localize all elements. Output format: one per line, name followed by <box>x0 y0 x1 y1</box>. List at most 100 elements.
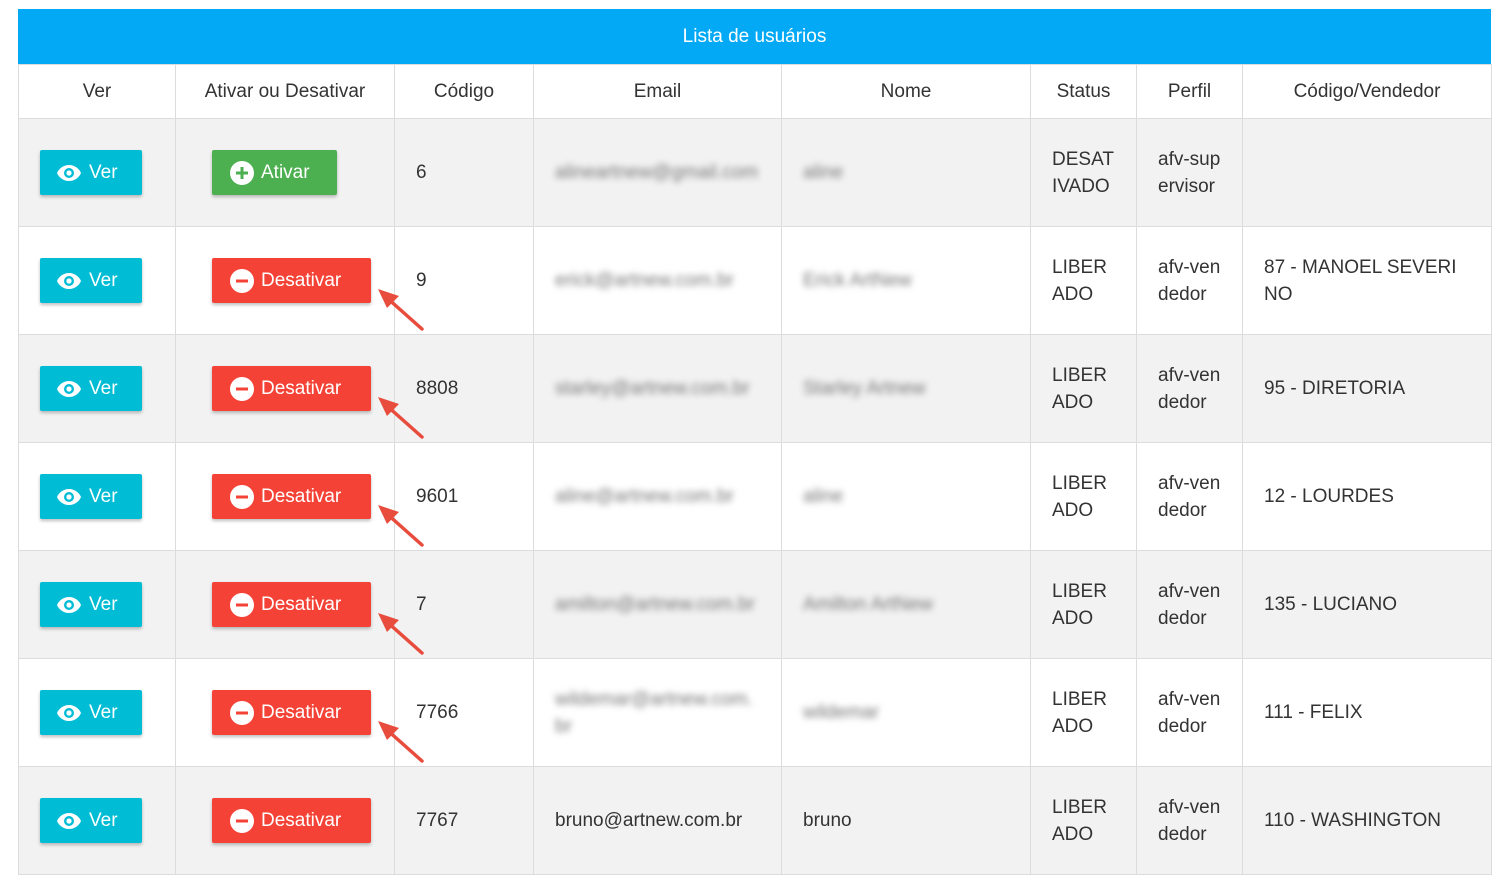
cell-ativar-desativar: Desativar <box>175 226 424 335</box>
eye-icon <box>57 704 81 721</box>
table-row: Ver Desativar 7 amilton@artnew.com.br Amilto… <box>18 550 1492 659</box>
ver-button[interactable]: Ver <box>40 798 142 843</box>
cell-ativar-desativar: Desativar <box>175 658 424 767</box>
cell-ativar-desativar: Desativar <box>175 550 424 659</box>
cell-email: erick@artnew.com.br <box>533 226 782 335</box>
ver-button[interactable]: Ver <box>40 150 142 195</box>
desativar-button[interactable]: Desativar <box>212 690 371 735</box>
minus-circle-icon <box>230 268 254 293</box>
cell-ver: Ver <box>18 118 176 227</box>
email-text: wildemar@artnew.com.br <box>555 688 753 737</box>
cell-nome: Starley Artnew <box>781 334 1031 443</box>
annotation-arrow-icon <box>378 396 424 439</box>
email-text: amilton@artnew.com.br <box>555 594 755 615</box>
annotation-arrow-icon <box>378 720 424 763</box>
column-header-codigo: Código <box>394 64 534 119</box>
cell-status: DESATIVADO <box>1030 118 1137 227</box>
cell-codigo-vendedor <box>1242 118 1492 227</box>
email-text: starley@artnew.com.br <box>555 378 750 399</box>
ver-button-label: Ver <box>89 162 118 183</box>
cell-status: LIBERADO <box>1030 550 1137 659</box>
desativar-button-label: Desativar <box>261 270 342 291</box>
cell-status: LIBERADO <box>1030 766 1137 875</box>
cell-email: starley@artnew.com.br <box>533 334 782 443</box>
eye-icon <box>57 164 81 181</box>
desativar-button[interactable]: Desativar <box>212 258 371 303</box>
desativar-button[interactable]: Desativar <box>212 582 371 627</box>
ver-button-label: Ver <box>89 702 118 723</box>
ver-button-label: Ver <box>89 270 118 291</box>
ver-button[interactable]: Ver <box>40 258 142 303</box>
ativar-button-label: Ativar <box>261 162 310 183</box>
cell-ativar-desativar: Desativar <box>175 766 395 875</box>
desativar-button[interactable]: Desativar <box>212 366 371 411</box>
cell-codigo-vendedor: 95 - DIRETORIA <box>1242 334 1492 443</box>
cell-perfil: afv-vendedor <box>1136 226 1243 335</box>
email-text: aline@artnew.com.br <box>555 486 734 507</box>
column-header-status: Status <box>1030 64 1137 119</box>
ver-button[interactable]: Ver <box>40 366 142 411</box>
cell-ver: Ver <box>18 766 176 875</box>
cell-email: wildemar@artnew.com.br <box>533 658 782 767</box>
column-header-nome: Nome <box>781 64 1031 119</box>
cell-ver: Ver <box>18 226 176 335</box>
cell-codigo-vendedor: 110 - WASHINGTON <box>1242 766 1492 875</box>
ver-button-label: Ver <box>89 486 118 507</box>
annotation-arrow-icon <box>378 612 424 655</box>
table-row: Ver Desativar 8808 starley@artnew.com.br Sta… <box>18 334 1492 443</box>
cell-perfil: afv-supervisor <box>1136 118 1243 227</box>
cell-email: alineartnew@gmail.com <box>533 118 782 227</box>
cell-nome: bruno <box>781 766 1031 875</box>
email-text: alineartnew@gmail.com <box>555 162 759 183</box>
cell-perfil: afv-vendedor <box>1136 766 1243 875</box>
cell-email: aline@artnew.com.br <box>533 442 782 551</box>
column-header-ativar-desativar: Ativar ou Desativar <box>175 64 395 119</box>
nome-text: wildemar <box>803 702 880 723</box>
annotation-arrow-icon <box>378 288 424 331</box>
nome-text: Amilton ArtNew <box>803 594 933 615</box>
eye-icon <box>57 272 81 289</box>
eye-icon <box>57 812 81 829</box>
plus-circle-icon <box>230 160 254 185</box>
column-header-email: Email <box>533 64 782 119</box>
cell-codigo-vendedor: 111 - FELIX <box>1242 658 1492 767</box>
cell-perfil: afv-vendedor <box>1136 442 1243 551</box>
column-header-ver: Ver <box>18 64 176 119</box>
cell-email: bruno@artnew.com.br <box>533 766 782 875</box>
cell-ver: Ver <box>18 550 176 659</box>
desativar-button-label: Desativar <box>261 594 342 615</box>
ver-button-label: Ver <box>89 810 118 831</box>
cell-codigo-vendedor: 12 - LOURDES <box>1242 442 1492 551</box>
cell-ativar-desativar: Ativar <box>175 118 395 227</box>
cell-nome: aline <box>781 442 1031 551</box>
cell-status: LIBERADO <box>1030 334 1137 443</box>
cell-status: LIBERADO <box>1030 442 1137 551</box>
minus-circle-icon <box>230 700 254 725</box>
table-row: Ver Desativar 9601 aline@artnew.com.br aline… <box>18 442 1492 551</box>
minus-circle-icon <box>230 484 254 509</box>
desativar-button[interactable]: Desativar <box>212 798 371 843</box>
cell-nome: wildemar <box>781 658 1031 767</box>
nome-text: bruno <box>803 810 852 831</box>
cell-ativar-desativar: Desativar <box>175 442 424 551</box>
cell-nome: Amilton ArtNew <box>781 550 1031 659</box>
desativar-button[interactable]: Desativar <box>212 474 371 519</box>
nome-text: aline <box>803 486 844 507</box>
eye-icon <box>57 380 81 397</box>
ver-button[interactable]: Ver <box>40 582 142 627</box>
table-row: Ver Ativar 6 alineartnew@gmail.com aline DESA… <box>18 118 1492 227</box>
ativar-button[interactable]: Ativar <box>212 150 337 195</box>
cell-codigo-vendedor: 87 - MANOEL SEVERINO <box>1242 226 1492 335</box>
minus-circle-icon <box>230 808 254 833</box>
table-row: Ver Desativar 7766 wildemar@artnew.com.br wi… <box>18 658 1492 767</box>
minus-circle-icon <box>230 376 254 401</box>
cell-ativar-desativar: Desativar <box>175 334 424 443</box>
cell-ver: Ver <box>18 442 176 551</box>
ver-button[interactable]: Ver <box>40 474 142 519</box>
cell-status: LIBERADO <box>1030 658 1137 767</box>
column-header-perfil: Perfil <box>1136 64 1243 119</box>
ver-button[interactable]: Ver <box>40 690 142 735</box>
cell-codigo-vendedor: 135 - LUCIANO <box>1242 550 1492 659</box>
cell-codigo: 6 <box>394 118 534 227</box>
table-row: Ver Desativar 7767 bruno@artnew.com.br bruno… <box>18 766 1492 875</box>
